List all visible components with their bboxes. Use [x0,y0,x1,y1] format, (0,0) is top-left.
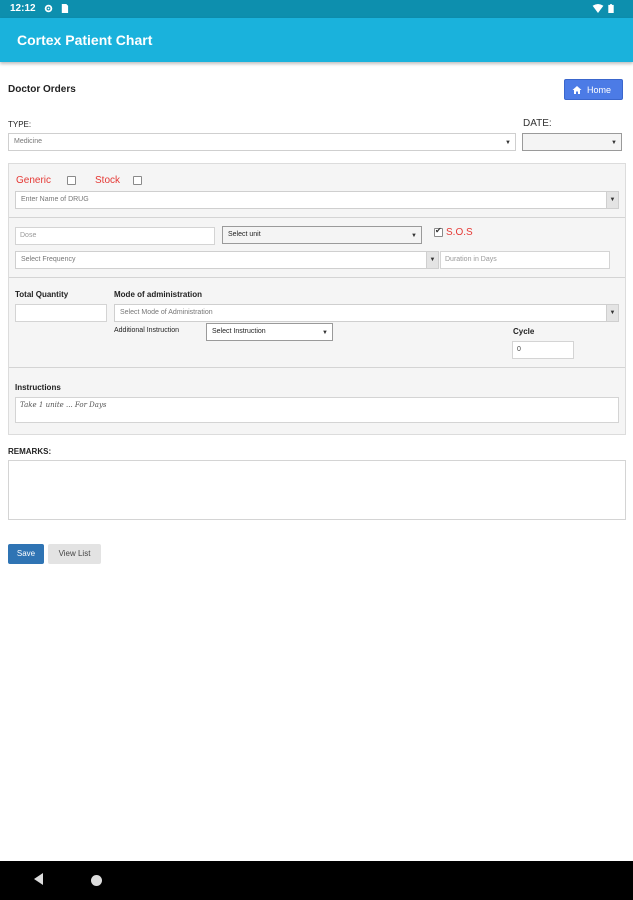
settings-gear-icon [44,4,53,13]
duration-input[interactable]: Duration in Days [440,251,610,269]
mode-label: Mode of administration [114,290,202,299]
date-select[interactable]: ▼ [522,133,622,151]
unit-select-value: Select unit [228,231,261,238]
unit-select[interactable]: Select unit ▼ [222,226,422,244]
sos-label: S.O.S [446,227,473,238]
system-nav-bar [0,861,633,900]
drug-name-placeholder: Enter Name of DRUG [21,196,89,203]
remarks-textarea[interactable] [8,460,626,520]
stock-checkbox[interactable] [133,176,142,185]
frequency-select[interactable]: Select Frequency ▼ [15,251,439,269]
type-select-value: Medicine [14,138,43,145]
app-title: Cortex Patient Chart [17,32,153,48]
chevron-down-icon: ▼ [606,305,618,321]
wifi-icon [592,4,604,13]
instructions-textarea[interactable]: Take 1 unite ... For Days [15,397,619,423]
cycle-value: 0 [517,346,521,353]
battery-icon [608,4,614,13]
mode-select[interactable]: Select Mode of Administration ▼ [114,304,619,322]
chevron-down-icon: ▼ [505,140,511,146]
total-quantity-input[interactable] [15,304,107,322]
cycle-label: Cycle [513,327,535,336]
additional-instruction-label: Additional Instruction [114,327,179,334]
sos-checkbox[interactable] [434,226,443,237]
sim-card-icon [61,4,69,13]
mode-select-value: Select Mode of Administration [120,309,213,316]
divider [9,367,625,368]
divider [9,217,625,218]
drug-name-select[interactable]: Enter Name of DRUG ▼ [15,191,619,209]
cycle-input[interactable]: 0 [512,341,574,359]
home-circle-icon[interactable] [91,875,102,886]
save-button[interactable]: Save [8,544,44,564]
remarks-label: REMARKS: [8,447,52,456]
date-label: DATE: [523,118,552,129]
generic-checkbox[interactable] [67,176,76,185]
home-button[interactable]: Home [564,79,623,100]
status-bar: 12:12 [0,0,633,18]
home-icon [572,86,582,94]
order-panel: Generic Stock Enter Name of DRUG ▼ Dose … [8,163,626,435]
status-time: 12:12 [10,3,36,14]
view-list-button[interactable]: View List [48,544,101,564]
page-title: Doctor Orders [8,84,76,95]
additional-instruction-select[interactable]: Select Instruction ▼ [206,323,333,341]
additional-instruction-value: Select Instruction [212,328,266,335]
app-bar: Cortex Patient Chart [0,18,633,62]
frequency-select-value: Select Frequency [21,256,76,263]
dose-input[interactable]: Dose [15,227,215,245]
chevron-down-icon: ▼ [426,252,438,268]
type-select[interactable]: Medicine ▼ [8,133,516,151]
chevron-down-icon: ▼ [611,140,617,146]
home-button-label: Home [587,85,612,95]
dose-placeholder: Dose [20,232,37,239]
total-quantity-label: Total Quantity [15,290,69,299]
chevron-down-icon: ▼ [606,192,618,208]
duration-placeholder: Duration in Days [445,256,497,263]
back-icon[interactable] [34,873,43,885]
divider [9,277,625,278]
chevron-down-icon: ▼ [322,330,328,336]
generic-label: Generic [16,175,52,186]
chevron-down-icon: ▼ [411,233,417,239]
stock-label: Stock [95,175,121,186]
type-label: TYPE: [8,120,32,129]
instructions-placeholder: Take 1 unite ... For Days [20,401,107,409]
instructions-label: Instructions [15,383,61,392]
